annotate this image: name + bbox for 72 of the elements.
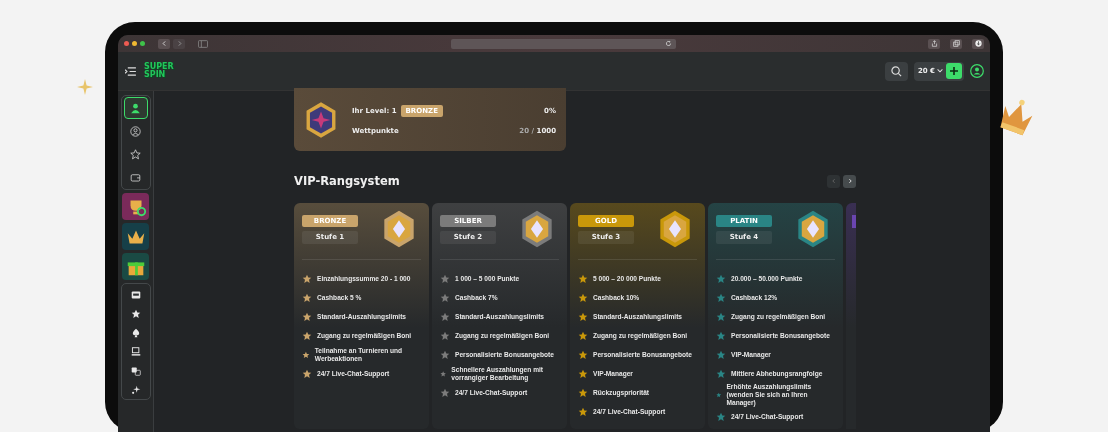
- wallet-icon: [130, 171, 141, 183]
- chevron-left-icon: [830, 178, 837, 184]
- crown-tile[interactable]: [122, 223, 149, 250]
- search-button[interactable]: [884, 61, 908, 81]
- download-icon: [974, 40, 982, 47]
- reload-icon[interactable]: [665, 40, 672, 47]
- star-icon: [440, 349, 450, 360]
- share-button[interactable]: [928, 38, 940, 49]
- star-icon: [716, 292, 726, 303]
- star-icon: [130, 148, 141, 160]
- star-icon: [716, 349, 726, 360]
- star-icon: [716, 330, 726, 341]
- star-icon: [440, 330, 450, 341]
- chevron-left-icon: [160, 40, 168, 47]
- sidebar-icon[interactable]: [198, 39, 208, 48]
- close-icon[interactable]: [124, 41, 129, 46]
- emblem-icon: [519, 210, 555, 248]
- user-nav-button[interactable]: [123, 97, 148, 119]
- emblem-icon: [304, 100, 338, 139]
- share-icon: [930, 40, 938, 47]
- chevron-right-icon: [846, 178, 853, 184]
- star-icon: [440, 387, 450, 398]
- next-button[interactable]: [843, 174, 856, 188]
- star-icon: [302, 292, 312, 303]
- trophy-tile[interactable]: [122, 193, 149, 220]
- dice-icon: [130, 366, 141, 376]
- star-icon: [578, 273, 588, 284]
- star-icon: [302, 368, 312, 379]
- user-circle-icon: [130, 125, 141, 137]
- star-icon: [302, 311, 312, 322]
- star-icon: [578, 292, 588, 303]
- star-icon: [578, 311, 588, 322]
- star-icon: [716, 311, 726, 322]
- plus-icon: [949, 66, 959, 76]
- section-heading: VIP-Rangsystem: [294, 174, 400, 188]
- star-icon: [716, 273, 726, 284]
- gift-tile[interactable]: [122, 253, 149, 280]
- star-icon: [440, 292, 450, 303]
- star-icon: [578, 349, 588, 360]
- star-icon: [130, 309, 141, 319]
- star-icon: [578, 330, 588, 341]
- download-button[interactable]: [972, 38, 984, 49]
- emblem-icon: [381, 210, 417, 248]
- tabs-button[interactable]: [950, 38, 962, 49]
- caret-icon: [936, 67, 944, 75]
- screen-icon: [130, 347, 141, 357]
- star-icon: [578, 387, 588, 398]
- tabs-icon: [952, 40, 960, 47]
- star-icon: [302, 273, 312, 284]
- menu-icon[interactable]: [125, 66, 136, 76]
- user-icon[interactable]: [970, 64, 984, 78]
- emblem-icon: [795, 210, 831, 248]
- logo[interactable]: SUPER SPIN: [144, 63, 174, 79]
- star-icon: [716, 411, 726, 422]
- spade-icon: [130, 328, 141, 338]
- star-icon: [302, 330, 312, 341]
- star-icon: [578, 368, 588, 379]
- star-icon: [440, 273, 450, 284]
- star-icon: [578, 406, 588, 417]
- star-icon: [716, 368, 726, 379]
- search-icon: [890, 65, 902, 77]
- star-icon: [440, 311, 450, 322]
- slot-icon: [130, 290, 141, 300]
- user-icon: [130, 102, 141, 114]
- back-button[interactable]: [158, 38, 170, 49]
- star-icon: [716, 390, 722, 400]
- deposit-button[interactable]: [946, 63, 962, 79]
- emblem-icon: [657, 210, 693, 248]
- sparkle-icon: [77, 79, 93, 95]
- minimize-icon[interactable]: [132, 41, 137, 46]
- sparkle-icon: [130, 385, 141, 395]
- maximize-icon[interactable]: [140, 41, 145, 46]
